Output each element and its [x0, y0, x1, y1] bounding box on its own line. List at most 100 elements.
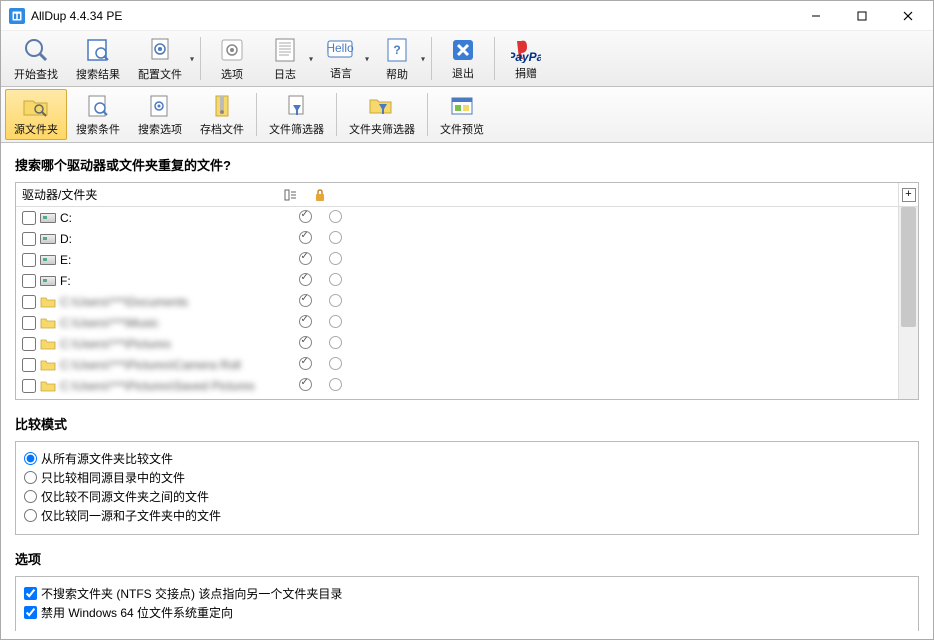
column-icon-1[interactable] [278, 188, 308, 202]
table-row[interactable]: C:\Users\***\Documents [16, 291, 898, 312]
search-options-tab[interactable]: 搜索选项 [129, 89, 191, 140]
table-row[interactable]: C:\Users\***\Pictures\Camera Roll [16, 354, 898, 375]
compare-radio[interactable] [24, 509, 37, 522]
compare-option-label: 只比较相同源目录中的文件 [41, 469, 185, 486]
compare-radio[interactable] [24, 490, 37, 503]
page-heading: 搜索哪个驱动器或文件夹重复的文件? [15, 155, 919, 174]
sub-toolbar: 源文件夹 搜索条件 搜索选项 存档文件 文件筛选器 文件夹筛选器 文件预览 [1, 87, 933, 143]
compare-option[interactable]: 从所有源文件夹比较文件 [24, 450, 910, 467]
scrollbar[interactable] [899, 207, 918, 399]
source-folder-tab[interactable]: 源文件夹 [5, 89, 67, 140]
table-row[interactable]: E: [16, 249, 898, 270]
search-options-icon [145, 92, 175, 119]
row-checkbox[interactable] [22, 337, 36, 351]
donate-label: 捐赠 [515, 65, 537, 81]
maximize-button[interactable] [839, 1, 885, 31]
row-radio-2[interactable] [320, 378, 350, 394]
row-radio-2[interactable] [320, 210, 350, 226]
folder-filter-tab[interactable]: 文件夹筛选器 [340, 89, 424, 140]
folder-icon [40, 380, 56, 392]
compare-option[interactable]: 只比较相同源目录中的文件 [24, 469, 910, 486]
table-row[interactable]: C:\Users\***\Music [16, 312, 898, 333]
option-checkbox[interactable] [24, 606, 37, 619]
scrollbar-thumb[interactable] [901, 207, 916, 327]
exit-icon [448, 36, 478, 63]
row-radio-2[interactable] [320, 357, 350, 373]
compare-section: 比较模式 从所有源文件夹比较文件只比较相同源目录中的文件仅比较不同源文件夹之间的… [15, 414, 919, 535]
compare-option[interactable]: 仅比较不同源文件夹之间的文件 [24, 488, 910, 505]
table-row[interactable]: C: [16, 207, 898, 228]
row-radio-1[interactable] [290, 315, 320, 331]
log-button[interactable]: 日志 [260, 33, 316, 84]
minimize-button[interactable] [793, 1, 839, 31]
row-radio-2[interactable] [320, 315, 350, 331]
start-search-button[interactable]: 开始查找 [5, 33, 67, 84]
table-row[interactable]: D: [16, 228, 898, 249]
file-filter-tab[interactable]: 文件筛选器 [260, 89, 333, 140]
row-radio-1[interactable] [290, 294, 320, 310]
row-radio-1[interactable] [290, 378, 320, 394]
table-body: C: D: E:F:C:\Users\***\Documents C:\Users\*… [16, 207, 898, 396]
language-button[interactable]: Hello 语言 [316, 33, 372, 84]
row-checkbox[interactable] [22, 211, 36, 225]
archive-file-tab[interactable]: 存档文件 [191, 89, 253, 140]
add-folder-button[interactable]: + [899, 183, 918, 207]
options-label: 选项 [221, 66, 243, 82]
folder-search-icon [21, 92, 51, 119]
help-button[interactable]: ? 帮助 [372, 33, 428, 84]
row-radio-1[interactable] [290, 357, 320, 373]
search-condition-label: 搜索条件 [76, 121, 120, 137]
search-condition-tab[interactable]: 搜索条件 [67, 89, 129, 140]
options-title: 选项 [15, 549, 919, 568]
row-checkbox[interactable] [22, 274, 36, 288]
log-icon [270, 36, 300, 64]
row-radio-1[interactable] [290, 252, 320, 268]
row-checkbox[interactable] [22, 232, 36, 246]
options-button[interactable]: 选项 [204, 33, 260, 84]
separator [494, 37, 495, 80]
close-button[interactable] [885, 1, 931, 31]
option-item[interactable]: 不搜索文件夹 (NTFS 交接点) 该点指向另一个文件夹目录 [24, 585, 910, 602]
row-radio-2[interactable] [320, 252, 350, 268]
row-name: C:\Users\***\Pictures\Saved Pictures [60, 379, 290, 393]
option-checkbox[interactable] [24, 587, 37, 600]
search-options-label: 搜索选项 [138, 121, 182, 137]
donate-button[interactable]: PayPal 捐赠 [498, 33, 554, 84]
compare-radio[interactable] [24, 471, 37, 484]
row-checkbox[interactable] [22, 316, 36, 330]
column-icon-lock[interactable] [308, 188, 338, 202]
row-radio-2[interactable] [320, 336, 350, 352]
language-icon: Hello [326, 36, 356, 63]
exit-button[interactable]: 退出 [435, 33, 491, 84]
option-item[interactable]: 禁用 Windows 64 位文件系统重定向 [24, 604, 910, 621]
row-radio-2[interactable] [320, 294, 350, 310]
row-checkbox[interactable] [22, 253, 36, 267]
row-radio-1[interactable] [290, 210, 320, 226]
table-row[interactable]: C:\Users\***\Pictures\Saved Pictures [16, 375, 898, 396]
compare-option[interactable]: 仅比较同一源和子文件夹中的文件 [24, 507, 910, 524]
config-file-label: 配置文件 [138, 66, 182, 82]
search-results-label: 搜索结果 [76, 66, 120, 82]
results-icon [83, 36, 113, 64]
config-file-button[interactable]: 配置文件 [129, 33, 197, 84]
table-row[interactable]: F: [16, 270, 898, 291]
row-checkbox[interactable] [22, 358, 36, 372]
row-radio-1[interactable] [290, 231, 320, 247]
separator [336, 93, 337, 136]
row-radio-1[interactable] [290, 273, 320, 289]
table-row[interactable]: C:\Users\***\Pictures [16, 333, 898, 354]
search-results-button[interactable]: 搜索结果 [67, 33, 129, 84]
row-checkbox[interactable] [22, 379, 36, 393]
file-preview-tab[interactable]: 文件预览 [431, 89, 493, 140]
row-checkbox[interactable] [22, 295, 36, 309]
row-radio-2[interactable] [320, 231, 350, 247]
row-radio-1[interactable] [290, 336, 320, 352]
row-radio-2[interactable] [320, 273, 350, 289]
compare-radio[interactable] [24, 452, 37, 465]
row-name: D: [60, 232, 290, 246]
source-folder-label: 源文件夹 [14, 121, 58, 137]
column-name-header[interactable]: 驱动器/文件夹 [16, 186, 278, 203]
row-name: C:\Users\***\Music [60, 316, 290, 330]
option-label: 不搜索文件夹 (NTFS 交接点) 该点指向另一个文件夹目录 [41, 585, 342, 602]
compare-title: 比较模式 [15, 414, 919, 433]
